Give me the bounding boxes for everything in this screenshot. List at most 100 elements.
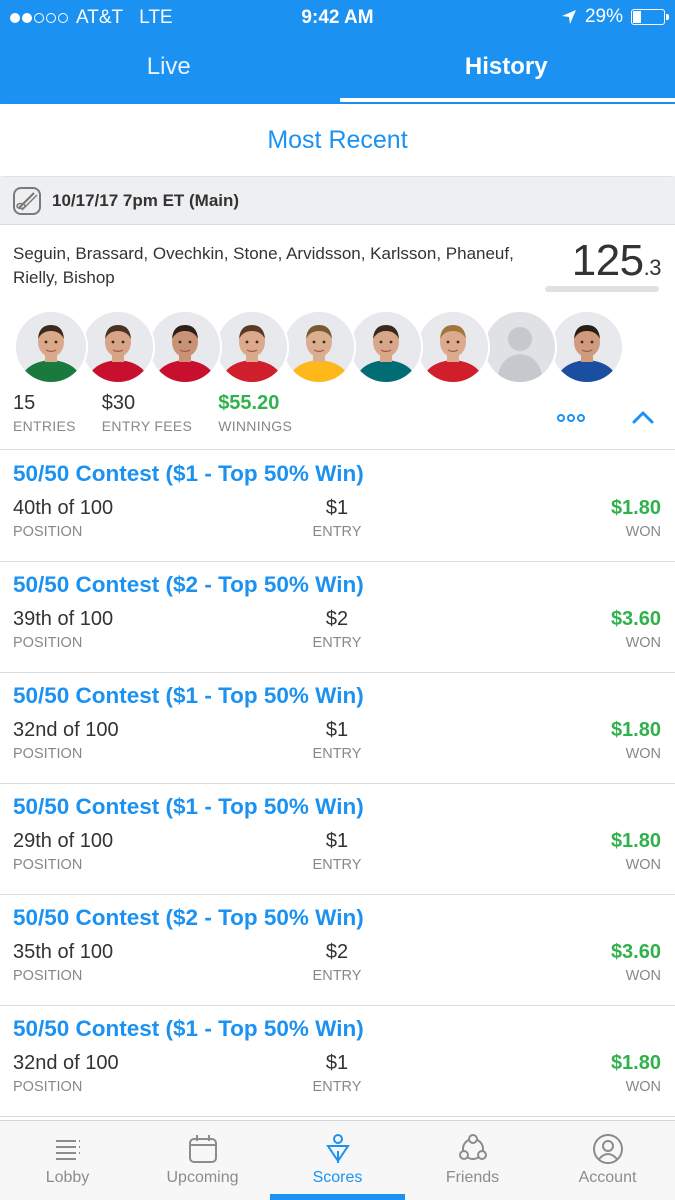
nav-label: Account: [578, 1169, 637, 1186]
stat-entries-value: 15: [13, 392, 36, 414]
contest-won-amount: $1.80: [610, 719, 661, 741]
contest-entry-label: ENTRY: [312, 857, 362, 873]
stat-winnings-label: WINNINGS: [218, 418, 293, 434]
battery-percent: 29%: [584, 6, 623, 27]
contest-position-label: POSITION: [13, 635, 83, 651]
lineup-players: Seguin, Brassard, Ovechkin, Stone, Arvid…: [13, 244, 514, 287]
history-tabs: Live History: [0, 36, 675, 104]
contest-title[interactable]: 50/50 Contest ($2 - Top 50% Win): [13, 572, 364, 598]
status-bar: AT&T LTE 9:42 AM 29%: [0, 0, 675, 36]
contest-list: 50/50 Contest ($1 - Top 50% Win) 40th of …: [0, 451, 675, 1117]
sort-selector-most-recent[interactable]: Most Recent: [0, 104, 675, 176]
hockey-puck-icon: [13, 186, 41, 215]
contest-title[interactable]: 50/50 Contest ($1 - Top 50% Win): [13, 683, 364, 709]
contest-row[interactable]: 50/50 Contest ($2 - Top 50% Win) 35th of …: [0, 895, 675, 1006]
player-avatar[interactable]: [81, 310, 155, 384]
player-avatar[interactable]: [14, 310, 88, 384]
tab-live[interactable]: Live: [0, 36, 338, 104]
player-avatar[interactable]: [148, 310, 222, 384]
player-photo: [217, 312, 287, 382]
contest-title[interactable]: 50/50 Contest ($1 - Top 50% Win): [13, 1016, 364, 1042]
contest-entry-label: ENTRY: [312, 635, 362, 651]
player-avatar[interactable]: [550, 310, 624, 384]
contest-entry: $2: [325, 941, 349, 963]
contest-won-label: WON: [625, 746, 661, 762]
contest-won-label: WON: [625, 1079, 661, 1095]
nav-lobby[interactable]: Lobby: [0, 1121, 135, 1200]
battery-fill: [633, 11, 642, 23]
contest-entry: $1: [325, 830, 349, 852]
location-arrow-icon: [561, 10, 576, 24]
contest-won-amount: $3.60: [610, 941, 661, 963]
contest-entry-label: ENTRY: [312, 524, 362, 540]
contest-position: 35th of 100: [13, 941, 114, 963]
account-icon: [592, 1134, 623, 1164]
nav-label: Lobby: [45, 1169, 90, 1186]
player-photo: [351, 312, 421, 382]
more-dots-icon[interactable]: [556, 412, 586, 424]
contest-title[interactable]: 50/50 Contest ($1 - Top 50% Win): [13, 461, 364, 487]
contest-entry-label: ENTRY: [312, 1079, 362, 1095]
slate-header: 10/17/17 7pm ET (Main): [0, 177, 675, 225]
contest-won-amount: $1.80: [610, 497, 661, 519]
battery-icon: [631, 9, 669, 25]
bottom-nav: Lobby Upcoming Scores Friends Account: [0, 1120, 675, 1200]
contest-won-label: WON: [625, 635, 661, 651]
contest-won-amount: $3.60: [610, 608, 661, 630]
stat-entry-fees-label: ENTRY FEES: [101, 418, 193, 434]
score-whole: 125: [571, 236, 644, 285]
contest-position: 29th of 100: [13, 830, 114, 852]
score-progress-bar: [545, 286, 659, 292]
contest-entry: $1: [325, 497, 349, 519]
player-photo: [16, 312, 86, 382]
nav-friends[interactable]: Friends: [405, 1121, 540, 1200]
nav-label: Friends: [445, 1169, 500, 1186]
contest-position: 32nd of 100: [13, 719, 119, 741]
player-avatar[interactable]: [282, 310, 356, 384]
contest-row[interactable]: 50/50 Contest ($1 - Top 50% Win) 32nd of …: [0, 673, 675, 784]
contest-position-label: POSITION: [13, 857, 83, 873]
contest-position-label: POSITION: [13, 746, 83, 762]
contest-entry: $1: [325, 1052, 349, 1074]
tab-live-label: Live: [146, 53, 191, 80]
status-right: 29%: [561, 6, 669, 28]
player-avatar[interactable]: [483, 310, 557, 384]
player-avatar[interactable]: [349, 310, 423, 384]
contest-entry: $1: [325, 719, 349, 741]
contest-entry-label: ENTRY: [312, 968, 362, 984]
contest-row[interactable]: 50/50 Contest ($1 - Top 50% Win) 32nd of …: [0, 1006, 675, 1117]
score-decimal: .3: [643, 255, 662, 280]
player-avatar[interactable]: [416, 310, 490, 384]
lineup-card[interactable]: Seguin, Brassard, Ovechkin, Stone, Arvid…: [0, 226, 675, 450]
contest-won-label: WON: [625, 968, 661, 984]
player-photo: [418, 312, 488, 382]
stat-entry-fees: $30 ENTRY FEES: [102, 392, 192, 434]
lineup-stats: 15 ENTRIES $30 ENTRY FEES $55.20 WINNING…: [13, 392, 292, 434]
contest-row[interactable]: 50/50 Contest ($2 - Top 50% Win) 39th of …: [0, 562, 675, 673]
stat-entries: 15 ENTRIES: [13, 392, 76, 434]
calendar-icon: [188, 1135, 217, 1163]
lobby-list-icon: [55, 1140, 80, 1160]
contest-position-label: POSITION: [13, 1079, 83, 1095]
contest-title[interactable]: 50/50 Contest ($1 - Top 50% Win): [13, 794, 364, 820]
contest-position: 40th of 100: [13, 497, 114, 519]
contest-position: 39th of 100: [13, 608, 114, 630]
contest-won-label: WON: [625, 524, 661, 540]
scores-person-icon: [325, 1134, 350, 1163]
contest-row[interactable]: 50/50 Contest ($1 - Top 50% Win) 29th of …: [0, 784, 675, 895]
contest-entry: $2: [325, 608, 349, 630]
player-avatar[interactable]: [215, 310, 289, 384]
contest-row[interactable]: 50/50 Contest ($1 - Top 50% Win) 40th of …: [0, 451, 675, 562]
contest-title[interactable]: 50/50 Contest ($2 - Top 50% Win): [13, 905, 364, 931]
contest-position-label: POSITION: [13, 524, 83, 540]
player-photo: [150, 312, 220, 382]
nav-upcoming[interactable]: Upcoming: [135, 1121, 270, 1200]
player-photo: [83, 312, 153, 382]
tab-history[interactable]: History: [338, 36, 675, 104]
nav-label: Scores: [312, 1169, 363, 1186]
nav-account[interactable]: Account: [540, 1121, 675, 1200]
nav-scores[interactable]: Scores: [270, 1121, 405, 1200]
contest-won-amount: $1.80: [610, 1052, 661, 1074]
chevron-up-icon[interactable]: [632, 410, 654, 424]
contest-won-label: WON: [625, 857, 661, 873]
